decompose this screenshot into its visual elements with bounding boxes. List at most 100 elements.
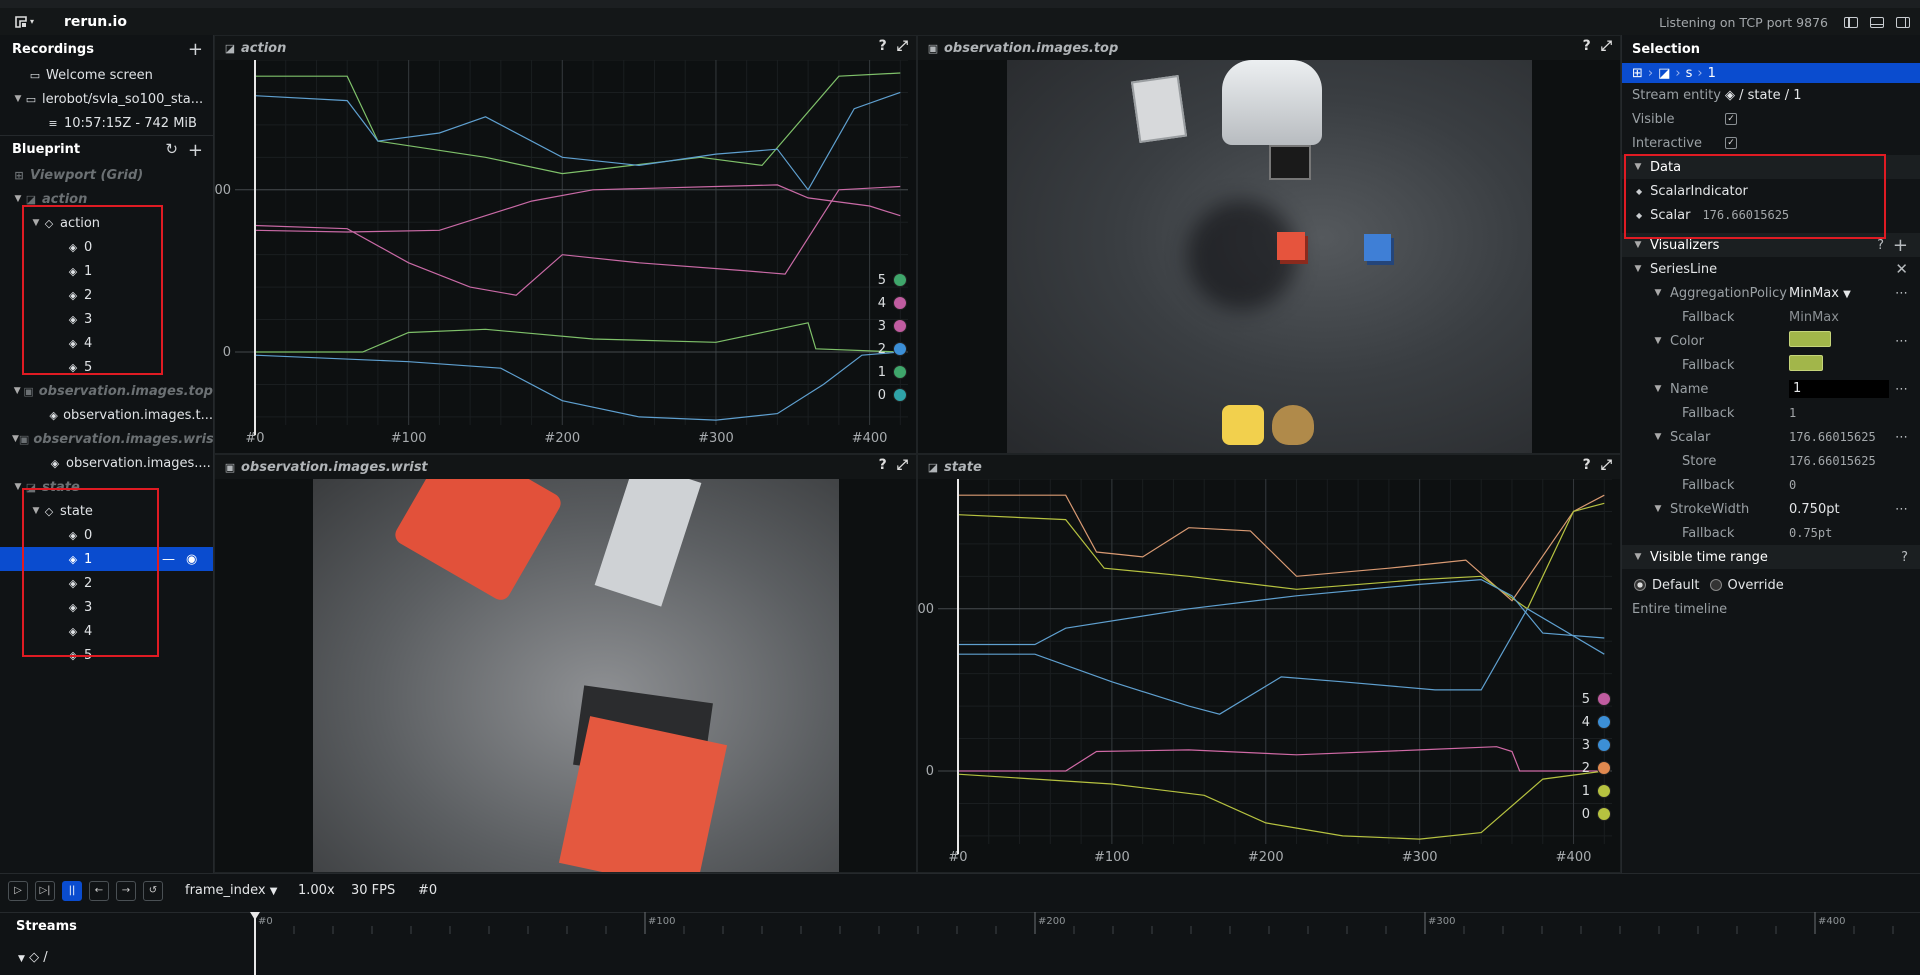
chevron-down-icon[interactable]: ▼: [12, 94, 24, 104]
chevron-down-icon[interactable]: ▼: [1652, 432, 1664, 442]
stream-entity-value[interactable]: ◈ / state / 1: [1725, 88, 1802, 103]
help-icon[interactable]: ?: [1583, 38, 1591, 54]
help-icon[interactable]: ?: [1583, 457, 1591, 473]
step-forward-icon[interactable]: ▷|: [35, 881, 55, 901]
chevron-down-icon[interactable]: ▼: [1632, 162, 1644, 172]
series-line-4[interactable]: [254, 91, 901, 191]
playback-speed[interactable]: 1.00x: [298, 883, 335, 898]
camera-wrist-image[interactable]: [313, 479, 839, 872]
chevron-down-icon[interactable]: ▼: [12, 434, 19, 444]
action-child-item[interactable]: ◈ 2: [0, 283, 213, 307]
loop-icon[interactable]: ↺: [143, 881, 163, 901]
chevron-down-icon[interactable]: ▼: [30, 218, 42, 228]
breadcrumb-current[interactable]: 1: [1708, 66, 1716, 81]
legend-dot[interactable]: [893, 319, 907, 333]
add-visualizer-icon[interactable]: +: [1893, 235, 1908, 256]
chevron-down-icon[interactable]: ▼: [12, 386, 22, 396]
rerun-logo-menu[interactable]: ▾: [14, 15, 34, 29]
series-line-3[interactable]: [958, 578, 1605, 646]
legend-dot[interactable]: [1597, 761, 1611, 775]
override-radio[interactable]: Override: [1709, 578, 1784, 593]
state-child-item[interactable]: ◈ 0: [0, 523, 213, 547]
more-icon[interactable]: ⋯: [1895, 502, 1908, 517]
state-child-item[interactable]: ◈ 5: [0, 643, 213, 667]
maximize-icon[interactable]: ⤢: [1601, 457, 1612, 473]
state-child-item[interactable]: ◈ 4: [0, 619, 213, 643]
viewport-item[interactable]: ⊞ Viewport (Grid): [0, 163, 213, 187]
help-icon[interactable]: ?: [879, 457, 887, 473]
remove-icon[interactable]: —: [162, 552, 175, 567]
breadcrumb-entity[interactable]: s: [1686, 66, 1693, 81]
legend-dot[interactable]: [893, 273, 907, 287]
chevron-down-icon[interactable]: ▼: [1652, 288, 1664, 298]
view-item-action[interactable]: ▼ ◪ action: [0, 187, 213, 211]
toggle-right-panel-icon[interactable]: [1896, 17, 1910, 28]
chevron-down-icon[interactable]: ▼: [1652, 384, 1664, 394]
maximize-icon[interactable]: ⤢: [1601, 38, 1612, 54]
camera-top-image[interactable]: [1007, 60, 1532, 453]
legend-label[interactable]: 3: [878, 319, 886, 334]
series-line-2[interactable]: [254, 185, 901, 296]
default-radio[interactable]: Default: [1634, 578, 1700, 593]
chevron-down-icon[interactable]: ▼: [1652, 504, 1664, 514]
chevron-down-icon[interactable]: ▼: [18, 954, 25, 964]
legend-label[interactable]: 5: [1582, 692, 1590, 707]
legend-label[interactable]: 1: [1582, 784, 1590, 799]
legend-dot[interactable]: [1597, 692, 1611, 706]
toggle-left-panel-icon[interactable]: [1844, 17, 1858, 28]
legend-label[interactable]: 2: [878, 342, 886, 357]
series-line-1[interactable]: [958, 746, 1605, 772]
pause-icon[interactable]: ||: [62, 881, 82, 901]
current-time[interactable]: #0: [418, 883, 437, 898]
eye-icon[interactable]: ◉: [186, 552, 197, 567]
close-icon[interactable]: ✕: [1895, 260, 1908, 278]
data-header[interactable]: ▼ Data: [1622, 155, 1920, 179]
legend-label[interactable]: 4: [1582, 715, 1590, 730]
visible-checkbox[interactable]: ✓: [1725, 113, 1737, 125]
legend-dot[interactable]: [1597, 715, 1611, 729]
legend-dot[interactable]: [1597, 738, 1611, 752]
series-line-row[interactable]: ▼ SeriesLine ✕: [1622, 257, 1920, 281]
legend-label[interactable]: 2: [1582, 761, 1590, 776]
legend-dot[interactable]: [1597, 807, 1611, 821]
view-item-wrist[interactable]: ▼ ▣ observation.images.wrist: [0, 427, 213, 451]
series-line-2[interactable]: [958, 607, 1605, 715]
recording-item[interactable]: ▼ ▭ lerobot/svla_so100_sta...: [0, 87, 213, 111]
reset-icon[interactable]: ↻: [165, 140, 178, 161]
series-line-3[interactable]: [254, 184, 901, 233]
legend-label[interactable]: 3: [1582, 738, 1590, 753]
action-child-item[interactable]: ◈ 5: [0, 355, 213, 379]
chevron-down-icon[interactable]: ▼: [1632, 240, 1644, 250]
legend-dot[interactable]: [893, 342, 907, 356]
chevron-down-icon[interactable]: ▼: [1652, 336, 1664, 346]
stroke-input[interactable]: 0.750pt: [1789, 502, 1840, 517]
state-child-item[interactable]: ◈ 1 — ◉: [0, 547, 213, 571]
legend-label[interactable]: 4: [878, 296, 886, 311]
legend-dot[interactable]: [893, 365, 907, 379]
chevron-down-icon[interactable]: ▼: [30, 506, 42, 516]
legend-dot[interactable]: [1597, 784, 1611, 798]
help-icon[interactable]: ?: [1877, 238, 1884, 253]
legend-label[interactable]: 0: [1582, 807, 1590, 822]
time-ruler[interactable]: #0 #100 #200 #300 #400: [230, 912, 1920, 975]
legend-label[interactable]: 0: [878, 388, 886, 403]
maximize-icon[interactable]: ⤢: [897, 457, 908, 473]
entity-item-wrist[interactable]: ◈ observation.images....: [0, 451, 213, 475]
action-child-item[interactable]: ◈ 1: [0, 259, 213, 283]
selection-breadcrumb[interactable]: ⊞ › ◪ › s › 1: [1622, 63, 1920, 83]
more-icon[interactable]: ⋯: [1895, 334, 1908, 349]
toggle-bottom-panel-icon[interactable]: [1870, 17, 1884, 28]
action-child-item[interactable]: ◈ 3: [0, 307, 213, 331]
recording-entry[interactable]: ≡ 10:57:15Z - 742 MiB: [0, 111, 213, 135]
timeseries-view-icon[interactable]: ◪: [1658, 66, 1670, 81]
chevron-down-icon[interactable]: ▼: [1632, 552, 1644, 562]
legend-label[interactable]: 1: [878, 365, 886, 380]
legend-dot[interactable]: [893, 388, 907, 402]
entity-item-state[interactable]: ▼ ◇ state: [0, 499, 213, 523]
help-icon[interactable]: ?: [879, 38, 887, 54]
grid-icon[interactable]: ⊞: [1632, 66, 1643, 81]
step-back-icon[interactable]: ←: [89, 881, 109, 901]
more-icon[interactable]: ⋯: [1895, 382, 1908, 397]
state-child-item[interactable]: ◈ 3: [0, 595, 213, 619]
series-line-1[interactable]: [255, 322, 901, 353]
